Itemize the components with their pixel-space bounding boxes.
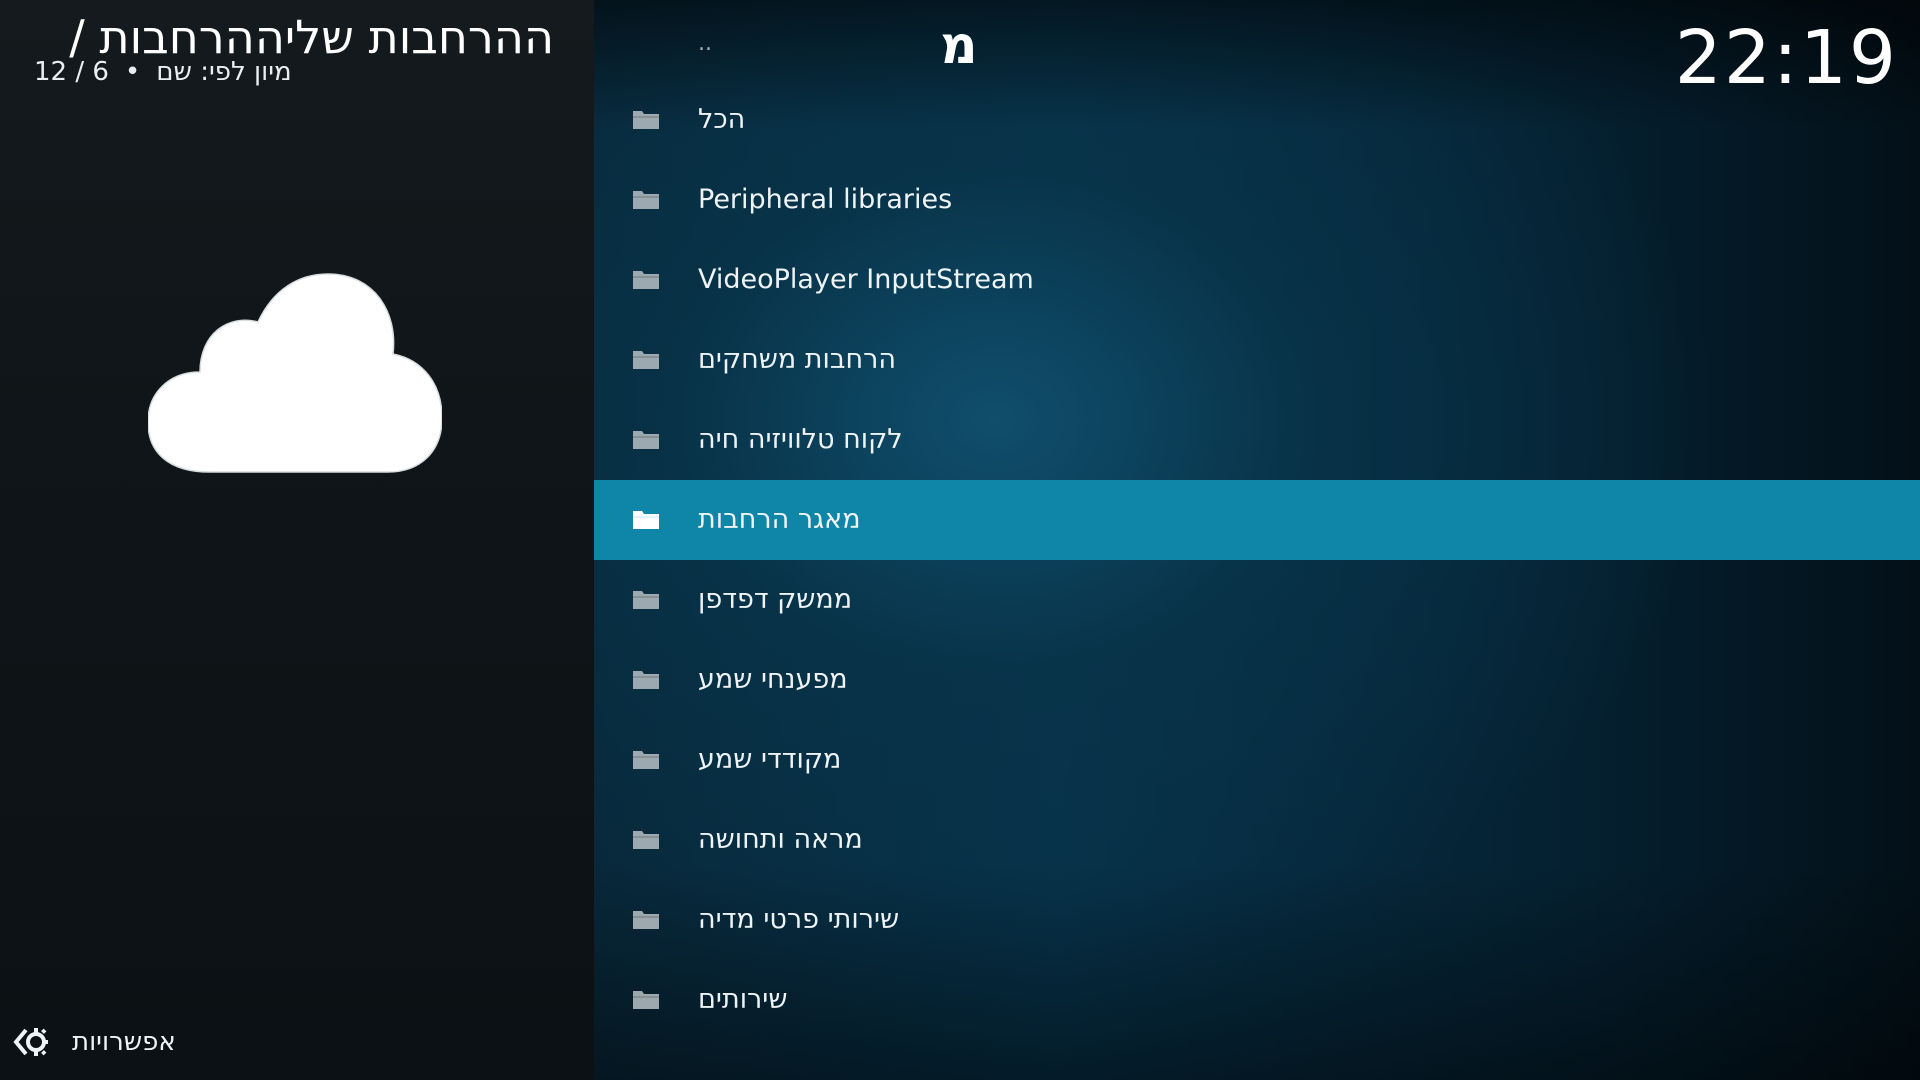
list-item[interactable]: מפענחי שמע: [594, 640, 1920, 720]
addon-category-list: .. הכל Peripheral libraries VideoPlayer Inp…: [594, 0, 1920, 1080]
list-item-label: מפענחי שמע: [698, 664, 848, 695]
list-item-label: שירותי פרטי מדיה: [698, 904, 900, 935]
folder-icon: [632, 108, 660, 130]
info-panel: ההרחבות שליההרחבות / 12 / 6 • מיון לפי: שם: [0, 0, 594, 1080]
list-item-label: ממשק דפדפן: [698, 584, 853, 615]
list-item[interactable]: VideoPlayer InputStream: [594, 240, 1920, 320]
list-item[interactable]: מאגר הרחבות: [594, 480, 1920, 560]
separator-dot: •: [124, 57, 141, 87]
kodi-addons-window: ההרחבות שליההרחבות / 12 / 6 • מיון לפי: שם: [0, 0, 1920, 1080]
folder-icon: [632, 748, 660, 770]
list-item-label: מאגר הרחבות: [698, 504, 861, 535]
list-item-label: הרחבות משחקים: [698, 344, 897, 375]
clock: 22:19: [1674, 15, 1898, 101]
list-item-label: לקוח טלוויזיה חיה: [698, 424, 903, 455]
folder-icon: [632, 588, 660, 610]
options-icon: [13, 1028, 48, 1056]
folder-icon: [632, 508, 660, 530]
folder-icon: [632, 988, 660, 1010]
list-item-label: מקודדי שמע: [698, 744, 842, 775]
list-item-label: שירותים: [698, 984, 788, 1015]
folder-icon: [632, 268, 660, 290]
folder-icon: [632, 188, 660, 210]
options-button[interactable]: אפשרויות: [12, 1022, 176, 1062]
list-item[interactable]: שירותים: [594, 960, 1920, 1040]
letter-jump-indicator: מ: [940, 16, 978, 76]
list-item[interactable]: מקודדי שמע: [594, 720, 1920, 800]
folder-icon: [632, 348, 660, 370]
folder-icon: [632, 668, 660, 690]
list-item[interactable]: לקוח טלוויזיה חיה: [594, 400, 1920, 480]
folder-icon: [632, 828, 660, 850]
options-label: אפשרויות: [72, 1027, 176, 1057]
list-item-label: הכל: [698, 104, 746, 135]
list-item[interactable]: הרחבות משחקים: [594, 320, 1920, 400]
list-item-label: Peripheral libraries: [698, 184, 953, 215]
folder-icon: [632, 908, 660, 930]
list-item[interactable]: ממשק דפדפן: [594, 560, 1920, 640]
list-item-label: מראה ותחושה: [698, 824, 863, 855]
list-item[interactable]: מראה ותחושה: [594, 800, 1920, 880]
folder-icon: [632, 428, 660, 450]
list-item[interactable]: Peripheral libraries: [594, 160, 1920, 240]
item-count: 12 / 6: [34, 57, 109, 87]
cloud-icon: [147, 272, 443, 476]
sort-info: 12 / 6 • מיון לפי: שם: [34, 55, 292, 89]
list-item[interactable]: שירותי פרטי מדיה: [594, 880, 1920, 960]
list-item-label: VideoPlayer InputStream: [698, 264, 1034, 295]
parent-folder-label: ..: [698, 31, 712, 56]
sort-method: מיון לפי: שם: [156, 57, 292, 87]
